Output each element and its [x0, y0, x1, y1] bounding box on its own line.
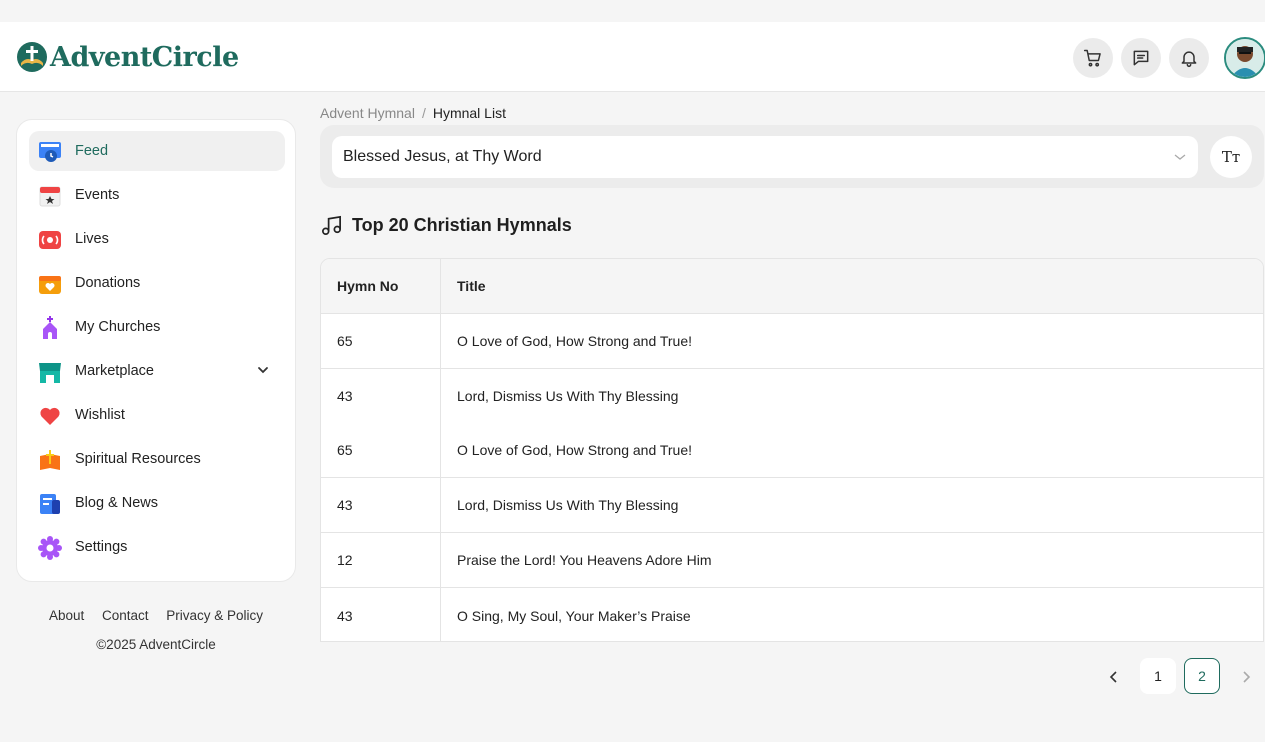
cart-icon	[1083, 49, 1101, 67]
music-note-icon	[322, 215, 341, 235]
bible-icon	[40, 450, 60, 470]
notifications-button[interactable]	[1169, 38, 1209, 78]
brand-name: AdventCircle	[50, 41, 239, 73]
user-photo-icon	[1226, 39, 1264, 77]
footer-link-about[interactable]: About	[49, 608, 84, 623]
hymn-number: 65	[321, 423, 441, 477]
hymn-number: 65	[321, 314, 441, 368]
chevron-down-icon[interactable]	[257, 364, 269, 376]
table-row[interactable]: 65 O Love of God, How Strong and True!	[321, 423, 1263, 478]
breadcrumb-separator: /	[421, 105, 426, 121]
sidebar-item-events[interactable]: Events	[29, 175, 285, 215]
messages-button[interactable]	[1121, 38, 1161, 78]
sidebar-item-label: My Churches	[75, 319, 161, 335]
bell-icon	[1181, 51, 1197, 68]
hymn-title: Lord, Dismiss Us With Thy Blessing	[457, 497, 679, 513]
sidebar-item-label: Lives	[75, 231, 109, 247]
sidebar-item-donations[interactable]: Donations	[29, 263, 285, 303]
chevron-down-icon	[1174, 154, 1186, 160]
chat-icon	[1133, 50, 1149, 66]
church-icon	[43, 316, 57, 339]
hymn-title: O Love of God, How Strong and True!	[457, 442, 693, 458]
hymn-number: 43	[321, 478, 441, 532]
sidebar-item-my-churches[interactable]: My Churches	[29, 307, 285, 347]
page-button-2[interactable]: 2	[1184, 658, 1220, 694]
sidebar-item-label: Donations	[75, 275, 141, 291]
footer-link-privacy[interactable]: Privacy & Policy	[166, 608, 263, 623]
text-size-button[interactable]: Tт	[1210, 136, 1252, 178]
footer-links: About Contact Privacy & Policy	[16, 608, 296, 623]
hymn-select[interactable]: Blessed Jesus, at Thy Word	[332, 136, 1198, 178]
section-title: Top 20 Christian Hymnals	[352, 214, 572, 235]
hymn-title: O Love of God, How Strong and True!	[457, 333, 693, 349]
sidebar-nav: Feed Events Lives Donations My Churches	[16, 119, 296, 582]
hymn-number: 43	[321, 588, 441, 641]
feed-icon	[39, 142, 61, 162]
prev-page-button[interactable]	[1104, 667, 1124, 687]
breadcrumb-parent[interactable]: Advent Hymnal	[320, 105, 415, 121]
breadcrumb: Advent Hymnal / Hymnal List	[320, 105, 506, 121]
top-header: AdventCircle	[0, 22, 1265, 92]
sidebar-item-spiritual-resources[interactable]: Spiritual Resources	[29, 439, 285, 479]
hymn-number: 12	[321, 533, 441, 587]
church-logo-icon	[17, 42, 47, 72]
sidebar-item-label: Wishlist	[75, 407, 125, 423]
cart-button[interactable]	[1073, 38, 1113, 78]
footer-link-contact[interactable]: Contact	[102, 608, 149, 623]
chevron-right-icon	[1243, 671, 1251, 683]
sidebar-item-label: Spiritual Resources	[75, 451, 201, 467]
table-row[interactable]: 12 Praise the Lord! You Heavens Adore Hi…	[321, 533, 1263, 588]
user-avatar[interactable]	[1224, 37, 1265, 79]
sidebar-item-label: Feed	[75, 143, 109, 159]
hymn-table: Hymn No Title 65 O Love of God, How Stro…	[320, 258, 1264, 642]
column-header-title[interactable]: Title	[441, 259, 1263, 313]
sidebar-item-lives[interactable]: Lives	[29, 219, 285, 259]
column-header-hymn-no[interactable]: Hymn No	[321, 259, 441, 313]
hymn-number: 43	[321, 369, 441, 423]
section-header: Top 20 Christian Hymnals	[320, 213, 572, 237]
table-row[interactable]: 65 O Love of God, How Strong and True!	[321, 314, 1263, 369]
table-header-row: Hymn No Title	[321, 259, 1263, 314]
gear-icon	[38, 536, 62, 560]
hymn-title: O Sing, My Soul, Your Maker’s Praise	[457, 607, 691, 624]
table-row[interactable]: 43 Lord, Dismiss Us With Thy Blessing	[321, 478, 1263, 533]
sidebar-item-wishlist[interactable]: Wishlist	[29, 395, 285, 435]
sidebar-item-blog-news[interactable]: Blog & News	[29, 483, 285, 523]
page-button-1[interactable]: 1	[1140, 658, 1176, 694]
breadcrumb-current: Hymnal List	[432, 105, 506, 121]
brand-logo[interactable]: AdventCircle	[16, 41, 239, 73]
hymn-select-value: Blessed Jesus, at Thy Word	[343, 148, 542, 165]
sidebar-item-settings[interactable]: Settings	[29, 527, 285, 567]
table-row[interactable]: 43 O Sing, My Soul, Your Maker’s Praise	[321, 588, 1263, 641]
hymn-search-bar: Blessed Jesus, at Thy Word Tт	[320, 125, 1264, 188]
heart-icon	[40, 407, 60, 425]
next-page-button[interactable]	[1236, 667, 1256, 687]
sidebar-item-label: Settings	[75, 539, 128, 555]
sidebar-item-label: Events	[75, 187, 120, 203]
sidebar-item-feed[interactable]: Feed	[29, 131, 285, 171]
copyright: ©2025 AdventCircle	[96, 637, 216, 652]
live-icon	[39, 231, 61, 249]
chevron-left-icon	[1109, 671, 1117, 683]
hymn-title: Praise the Lord! You Heavens Adore Him	[457, 552, 712, 568]
table-row[interactable]: 43 Lord, Dismiss Us With Thy Blessing	[321, 369, 1263, 424]
news-icon	[40, 494, 60, 514]
sidebar-item-label: Marketplace	[75, 363, 154, 379]
sidebar-item-label: Blog & News	[75, 495, 159, 511]
calendar-icon	[39, 186, 61, 207]
text-size-icon: Tт	[1221, 148, 1241, 166]
sidebar-item-marketplace[interactable]: Marketplace	[29, 351, 285, 391]
store-icon	[39, 363, 61, 383]
hymn-title: Lord, Dismiss Us With Thy Blessing	[457, 388, 679, 404]
donation-box-icon	[39, 276, 61, 294]
